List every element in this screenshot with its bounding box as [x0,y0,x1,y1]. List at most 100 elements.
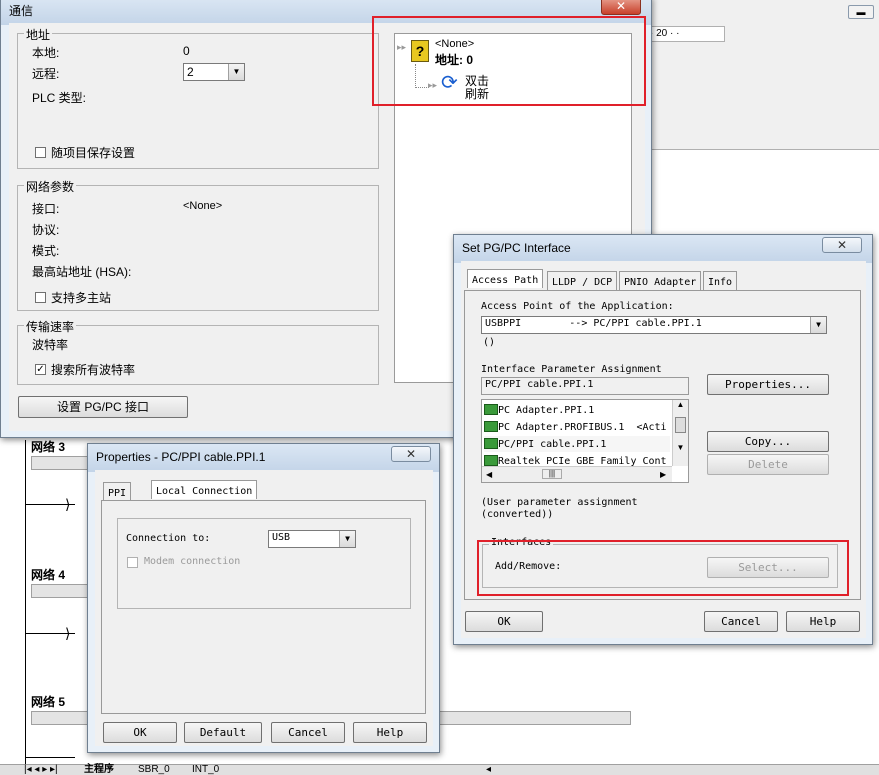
pgpc-cancel-button[interactable]: Cancel [704,611,778,632]
tab-int0[interactable]: INT_0 [192,765,219,775]
chevron-down-icon[interactable]: ▼ [228,64,244,80]
close-icon[interactable]: ✕ [601,0,641,15]
connection-to-select[interactable]: USB ▼ [268,530,356,548]
connection-group: Connection to: USB ▼ Modem connection [117,518,411,609]
copy-button[interactable]: Copy... [707,431,829,452]
user-param-line1: (User parameter assignment [481,497,638,508]
tab-info-label: Info [708,277,733,288]
access-point-label: Access Point of the Application: [481,301,674,312]
tab-sbr0[interactable]: SBR_0 [138,765,170,775]
delete-button[interactable]: Delete [707,454,829,475]
remote-address-select[interactable]: 2 ▼ [183,63,245,81]
connection-to-label: Connection to: [126,533,211,544]
modem-checkbox[interactable] [127,557,138,568]
tab-local-connection[interactable]: Local Connection [151,480,258,499]
minimize-icon[interactable]: ▬ [848,5,874,19]
plc-type-label: PLC 类型: [32,91,87,105]
ruler: · 20 · · [645,26,725,42]
tab-info[interactable]: Info [703,271,738,290]
scroll-right-icon[interactable]: ▶ [660,467,666,482]
properties-dialog: Properties - PC/PPI cable.PPI.1 ✕ PPI Lo… [87,443,440,753]
tab-nav-icons[interactable]: |◂ ◂ ▸ ▸| [24,765,58,775]
scroll-thumb[interactable] [675,417,686,433]
remote-address-value: 2 [187,65,194,79]
interface-list[interactable]: PC Adapter.PPI.1 PC Adapter.PROFIBUS.1 <… [481,399,689,483]
save-settings-checkbox[interactable] [35,147,46,158]
tab-pnio-adapter-label: PNIO Adapter [624,277,697,288]
scroll-up-icon[interactable]: ▲ [673,400,688,409]
properties-close-icon[interactable]: ✕ [391,446,431,462]
pgpc-help-button[interactable]: Help [786,611,860,632]
scroll-down-icon[interactable]: ▼ [673,443,688,452]
address-group: 地址 本地: 0 远程: 2 ▼ PLC 类型: 随项目保存设置 [17,26,379,169]
interface-value: <None> [183,200,223,212]
network-params-group: 网络参数 接口: <None> 协议: 模式: 最高站地址 (HSA): 支持多… [17,178,379,311]
param-assign-label: Interface Parameter Assignment [481,364,662,375]
search-all-baud-label: 搜索所有波特率 [51,363,136,377]
user-param-line2: (converted)) [481,509,554,520]
list-item[interactable]: PC Adapter.PPI.1 [484,402,670,418]
bottom-tab-bar: |◂ ◂ ▸ ▸| 主程序 SBR_0 INT_0 ◂ [0,764,879,775]
mode-label: 模式: [32,244,60,258]
vertical-scrollbar[interactable]: ▲ ▼ [672,400,688,466]
highlight-box-interfaces [477,540,849,596]
save-settings-label: 随项目保存设置 [51,146,136,160]
tab-pnio-adapter[interactable]: PNIO Adapter [619,271,702,290]
properties-title: Properties - PC/PPI cable.PPI.1 [96,450,266,464]
props-help-button[interactable]: Help [353,722,427,743]
search-all-baud-checkbox[interactable]: ✓ [35,364,46,375]
access-point-select[interactable]: USBPPI --> PC/PPI cable.PPI.1 ▼ [481,316,827,334]
horizontal-scrollbar[interactable]: ◀ ||| ▶ [482,466,672,482]
adapter-icon [484,438,498,450]
comm-title: 通信 [9,4,34,18]
props-default-button[interactable]: Default [184,722,262,743]
remote-label: 远程: [32,67,60,81]
props-ok-button[interactable]: OK [103,722,177,743]
tab-access-path[interactable]: Access Path [467,269,544,288]
properties-body: PPI Local Connection Connection to: USB … [95,470,433,746]
network3-label: 网络 3 [31,440,66,454]
param-assign-field[interactable]: PC/PPI cable.PPI.1 [481,377,689,395]
rung-arrow-3: ⟩ [25,495,75,515]
properties-titlebar: Properties - PC/PPI cable.PPI.1 [88,444,439,472]
network-params-group-label: 网络参数 [24,178,77,195]
scroll-left-icon[interactable]: ◂ [486,765,491,775]
multimaster-label: 支持多主站 [51,291,112,305]
ladder-rail [25,440,26,775]
right-toolbar-area [645,0,879,150]
list-item-label: PC Adapter.PROFIBUS.1 <Acti [498,422,667,433]
protocol-label: 协议: [32,223,60,237]
pgpc-ok-button[interactable]: OK [465,611,543,632]
adapter-icon [484,421,498,433]
network4-comment-bar[interactable] [31,584,91,598]
access-point-value: USBPPI --> PC/PPI cable.PPI.1 [485,318,702,329]
baud-rate-group-label: 传输速率 [24,318,77,335]
adapter-icon [484,404,498,416]
network3-comment-bar[interactable] [31,456,91,470]
props-cancel-button[interactable]: Cancel [271,722,345,743]
list-item[interactable]: PC Adapter.PROFIBUS.1 <Acti [484,419,670,435]
chevron-down-icon[interactable]: ▼ [339,531,355,547]
baud-rate-label: 波特率 [32,338,69,352]
address-group-label: 地址 [24,26,53,43]
tab-lldp-dcp-label: LLDP / DCP [552,277,613,288]
tab-main-program[interactable]: 主程序 [84,765,114,775]
baud-rate-group: 传输速率 波特率 ✓ 搜索所有波特率 [17,318,379,385]
adapter-icon [484,455,498,467]
properties-tab-page: Connection to: USB ▼ Modem connection [101,500,426,714]
pgpc-close-icon[interactable]: ✕ [822,237,862,253]
scroll-left-icon[interactable]: ◀ [486,467,492,482]
properties-button[interactable]: Properties... [707,374,829,395]
scroll-thumb-h[interactable]: ||| [542,469,562,479]
list-item-label: PC Adapter.PPI.1 [498,405,595,416]
chevron-down-icon[interactable]: ▼ [810,317,826,333]
network5-label: 网络 5 [31,695,66,709]
network4-label: 网络 4 [31,568,66,582]
list-item-selected[interactable]: PC/PPI cable.PPI.1 [484,436,670,452]
tab-ppi[interactable]: PPI [103,482,132,501]
hsa-label: 最高站地址 (HSA): [32,265,132,279]
tab-lldp-dcp[interactable]: LLDP / DCP [547,271,618,290]
set-pgpc-button[interactable]: 设置 PG/PC 接口 [18,396,188,418]
connection-to-value: USB [272,532,291,543]
multimaster-checkbox[interactable] [35,292,46,303]
